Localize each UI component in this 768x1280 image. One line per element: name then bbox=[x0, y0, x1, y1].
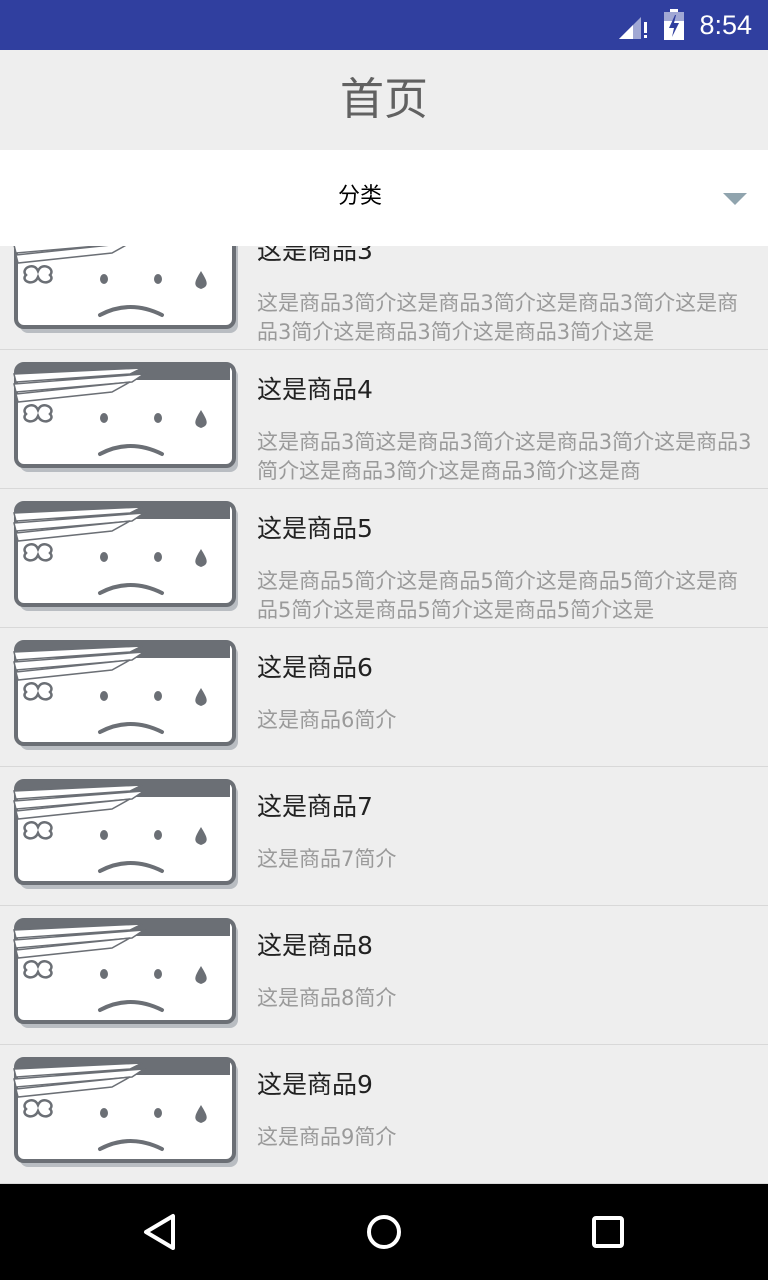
product-title: 这是商品9 bbox=[257, 1070, 373, 1099]
status-bar: 8:54 bbox=[0, 0, 768, 50]
category-dropdown[interactable]: 分类 bbox=[0, 150, 768, 246]
product-description: 这是商品8简介 bbox=[257, 986, 397, 1010]
product-title: 这是商品3 bbox=[257, 246, 373, 265]
title-bar: 首页 bbox=[0, 50, 768, 150]
home-icon bbox=[367, 1215, 401, 1249]
product-description: 这是商品5简介这是商品5简介这是商品5简介这是商品5简介这是商品5简介这是商品5… bbox=[257, 569, 739, 622]
product-thumbnail-sad-face-icon bbox=[12, 499, 240, 613]
category-label: 分类 bbox=[337, 184, 382, 209]
product-thumbnail-sad-face-icon bbox=[12, 1055, 240, 1169]
product-thumbnail-sad-face-icon bbox=[12, 246, 240, 335]
product-title: 这是商品4 bbox=[257, 375, 373, 404]
back-button[interactable] bbox=[110, 1184, 210, 1280]
product-description: 这是商品3简这是商品3简介这是商品3简介这是商品3简介这是商品3简介这是商品3简… bbox=[257, 430, 752, 483]
product-title: 这是商品8 bbox=[257, 931, 373, 960]
home-button[interactable] bbox=[334, 1184, 434, 1280]
product-item[interactable]: 这是商品7 这是商品7简介 bbox=[0, 767, 768, 906]
product-description: 这是商品6简介 bbox=[257, 708, 397, 732]
product-title: 这是商品6 bbox=[257, 653, 373, 682]
product-list[interactable]: 这是商品3 这是商品3简介这是商品3简介这是商品3简介这是商品3简介这是商品3简… bbox=[0, 246, 768, 1184]
product-thumbnail-sad-face-icon bbox=[12, 360, 240, 474]
product-item[interactable]: 这是商品8 这是商品8简介 bbox=[0, 906, 768, 1045]
product-description: 这是商品3简介这是商品3简介这是商品3简介这是商品3简介这是商品3简介这是商品3… bbox=[257, 291, 739, 344]
recents-icon bbox=[592, 1216, 624, 1248]
product-thumbnail-sad-face-icon bbox=[12, 916, 240, 1030]
product-description: 这是商品7简介 bbox=[257, 847, 397, 871]
recents-button[interactable] bbox=[558, 1184, 658, 1280]
product-title: 这是商品7 bbox=[257, 792, 373, 821]
page-title: 首页 bbox=[340, 74, 428, 125]
product-item[interactable]: 这是商品3 这是商品3简介这是商品3简介这是商品3简介这是商品3简介这是商品3简… bbox=[0, 246, 768, 350]
product-item[interactable]: 这是商品4 这是商品3简这是商品3简介这是商品3简介这是商品3简介这是商品3简介… bbox=[0, 350, 768, 489]
product-item[interactable]: 这是商品5 这是商品5简介这是商品5简介这是商品5简介这是商品5简介这是商品5简… bbox=[0, 489, 768, 628]
battery-icon bbox=[664, 9, 684, 40]
product-title: 这是商品5 bbox=[257, 514, 373, 543]
navigation-bar bbox=[0, 1184, 768, 1280]
product-thumbnail-sad-face-icon bbox=[12, 638, 240, 752]
back-icon bbox=[144, 1214, 175, 1250]
product-description: 这是商品9简介 bbox=[257, 1125, 397, 1149]
product-thumbnail-sad-face-icon bbox=[12, 777, 240, 891]
dropdown-arrow-icon[interactable] bbox=[722, 192, 748, 206]
signal-icon bbox=[619, 17, 647, 39]
product-item[interactable]: 这是商品6 这是商品6简介 bbox=[0, 628, 768, 767]
product-item[interactable]: 这是商品9 这是商品9简介 bbox=[0, 1045, 768, 1184]
status-time: 8:54 bbox=[699, 10, 752, 40]
